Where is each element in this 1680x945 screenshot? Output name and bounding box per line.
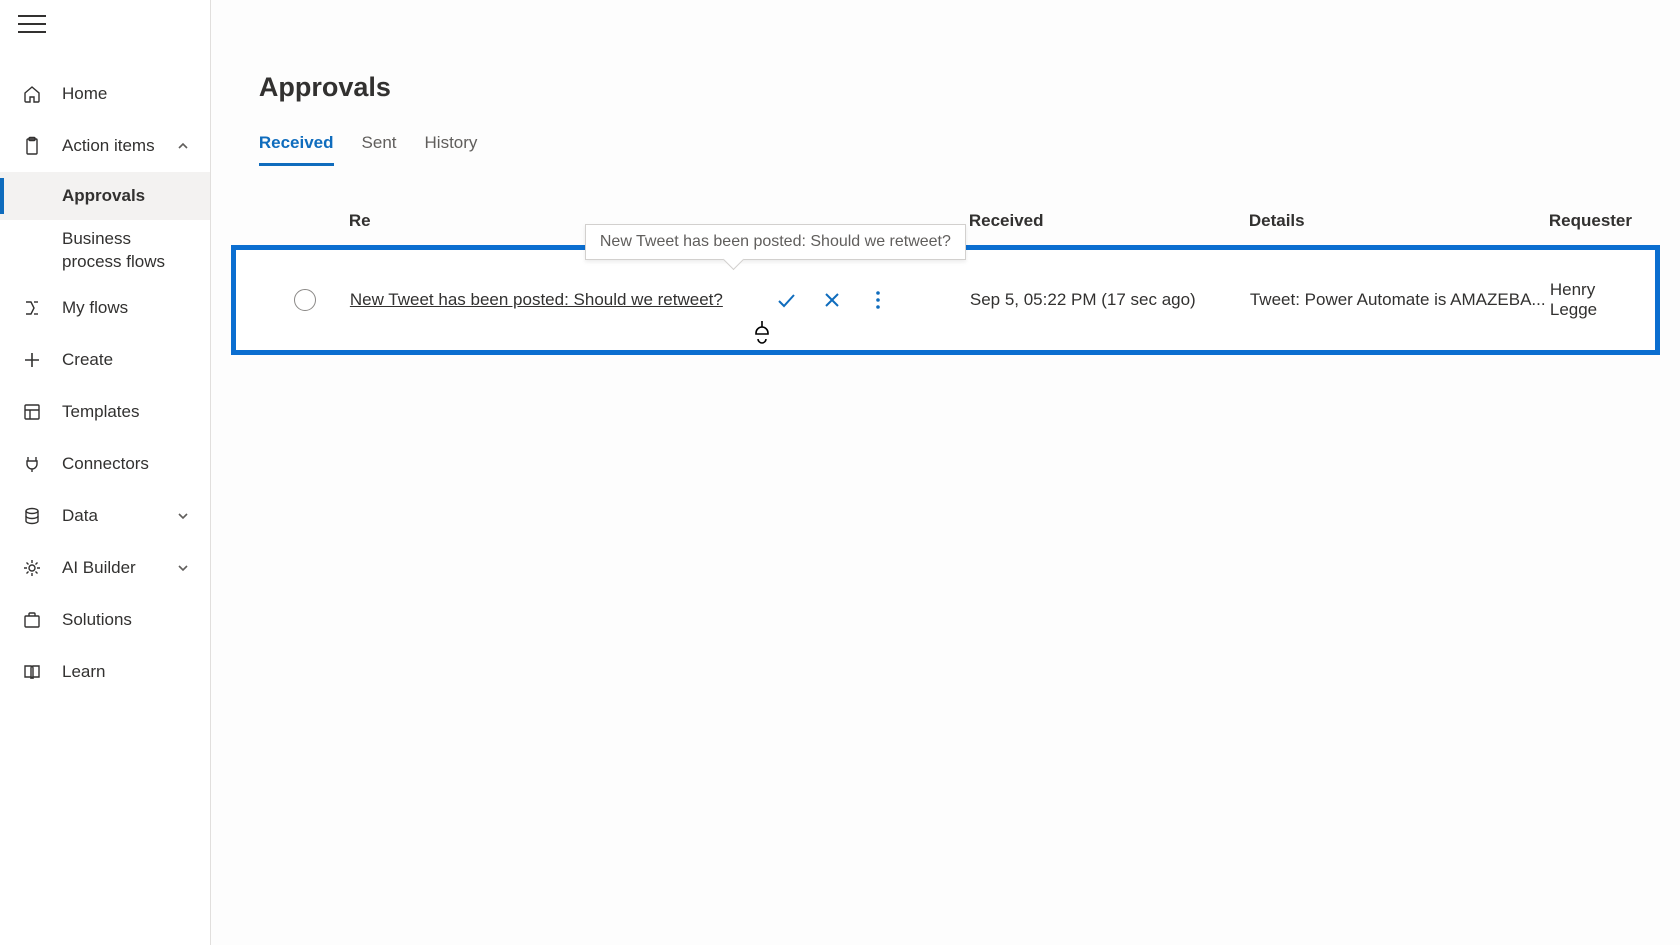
table-row[interactable]: New Tweet has been posted: Should we ret… [236,280,1655,320]
sidebar-item-create[interactable]: Create [0,334,210,386]
sidebar-item-learn[interactable]: Learn [0,646,210,698]
reject-icon[interactable] [821,289,843,311]
tooltip: New Tweet has been posted: Should we ret… [585,224,966,260]
sidebar-item-business-process-flows[interactable]: Business process flows [0,220,210,282]
sidebar-item-label: Action items [62,136,155,156]
tab-sent[interactable]: Sent [362,133,397,166]
sidebar-item-label: AI Builder [62,558,136,578]
col-header-received[interactable]: Received [969,211,1249,231]
sidebar-item-label: Data [62,506,98,526]
col-header-requester[interactable]: Requester [1549,211,1632,231]
sidebar-item-approvals[interactable]: Approvals [0,172,210,220]
sidebar: Home Action items Approvals Business pro… [0,0,211,945]
sidebar-item-label: Home [62,84,107,104]
sidebar-item-templates[interactable]: Templates [0,386,210,438]
sidebar-item-home[interactable]: Home [0,68,210,120]
sidebar-item-label: Business process flows [62,228,190,274]
sidebar-item-label: Templates [62,402,139,422]
approval-title-link[interactable]: New Tweet has been posted: Should we ret… [350,290,723,310]
tab-received[interactable]: Received [259,133,334,166]
chevron-up-icon [176,139,190,153]
sidebar-item-label: Create [62,350,113,370]
data-icon [20,504,44,528]
learn-icon [20,660,44,684]
sidebar-item-action-items[interactable]: Action items [0,120,210,172]
col-header-details[interactable]: Details [1249,211,1549,231]
sidebar-item-ai-builder[interactable]: AI Builder [0,542,210,594]
highlighted-row: New Tweet has been posted: Should we ret… [231,245,1660,355]
sidebar-nav: Home Action items Approvals Business pro… [0,48,210,698]
chevron-down-icon [176,561,190,575]
ai-builder-icon [20,556,44,580]
approval-received: Sep 5, 05:22 PM (17 sec ago) [970,290,1250,310]
sidebar-item-label: My flows [62,298,128,318]
page-title: Approvals [259,72,1640,103]
row-select-circle[interactable] [294,289,316,311]
sidebar-item-data[interactable]: Data [0,490,210,542]
approval-requester: Henry Legge [1550,280,1631,320]
sidebar-item-label: Learn [62,662,105,682]
main-content: Approvals Received Sent History Re Recei… [211,0,1680,945]
templates-icon [20,400,44,424]
sidebar-item-label: Approvals [62,186,145,206]
approval-details: Tweet: Power Automate is AMAZEBA... [1250,290,1550,310]
solutions-icon [20,608,44,632]
home-icon [20,82,44,106]
chevron-down-icon [176,509,190,523]
approve-icon[interactable] [775,289,797,311]
tab-history[interactable]: History [425,133,478,166]
connectors-icon [20,452,44,476]
more-actions-icon[interactable] [867,289,889,311]
flow-icon [20,296,44,320]
sidebar-item-solutions[interactable]: Solutions [0,594,210,646]
sidebar-item-label: Connectors [62,454,149,474]
sidebar-item-connectors[interactable]: Connectors [0,438,210,490]
tabs: Received Sent History [259,133,1640,167]
sidebar-item-label: Solutions [62,610,132,630]
hamburger-menu-icon[interactable] [18,12,46,36]
sidebar-item-my-flows[interactable]: My flows [0,282,210,334]
plus-icon [20,348,44,372]
clipboard-icon [20,134,44,158]
